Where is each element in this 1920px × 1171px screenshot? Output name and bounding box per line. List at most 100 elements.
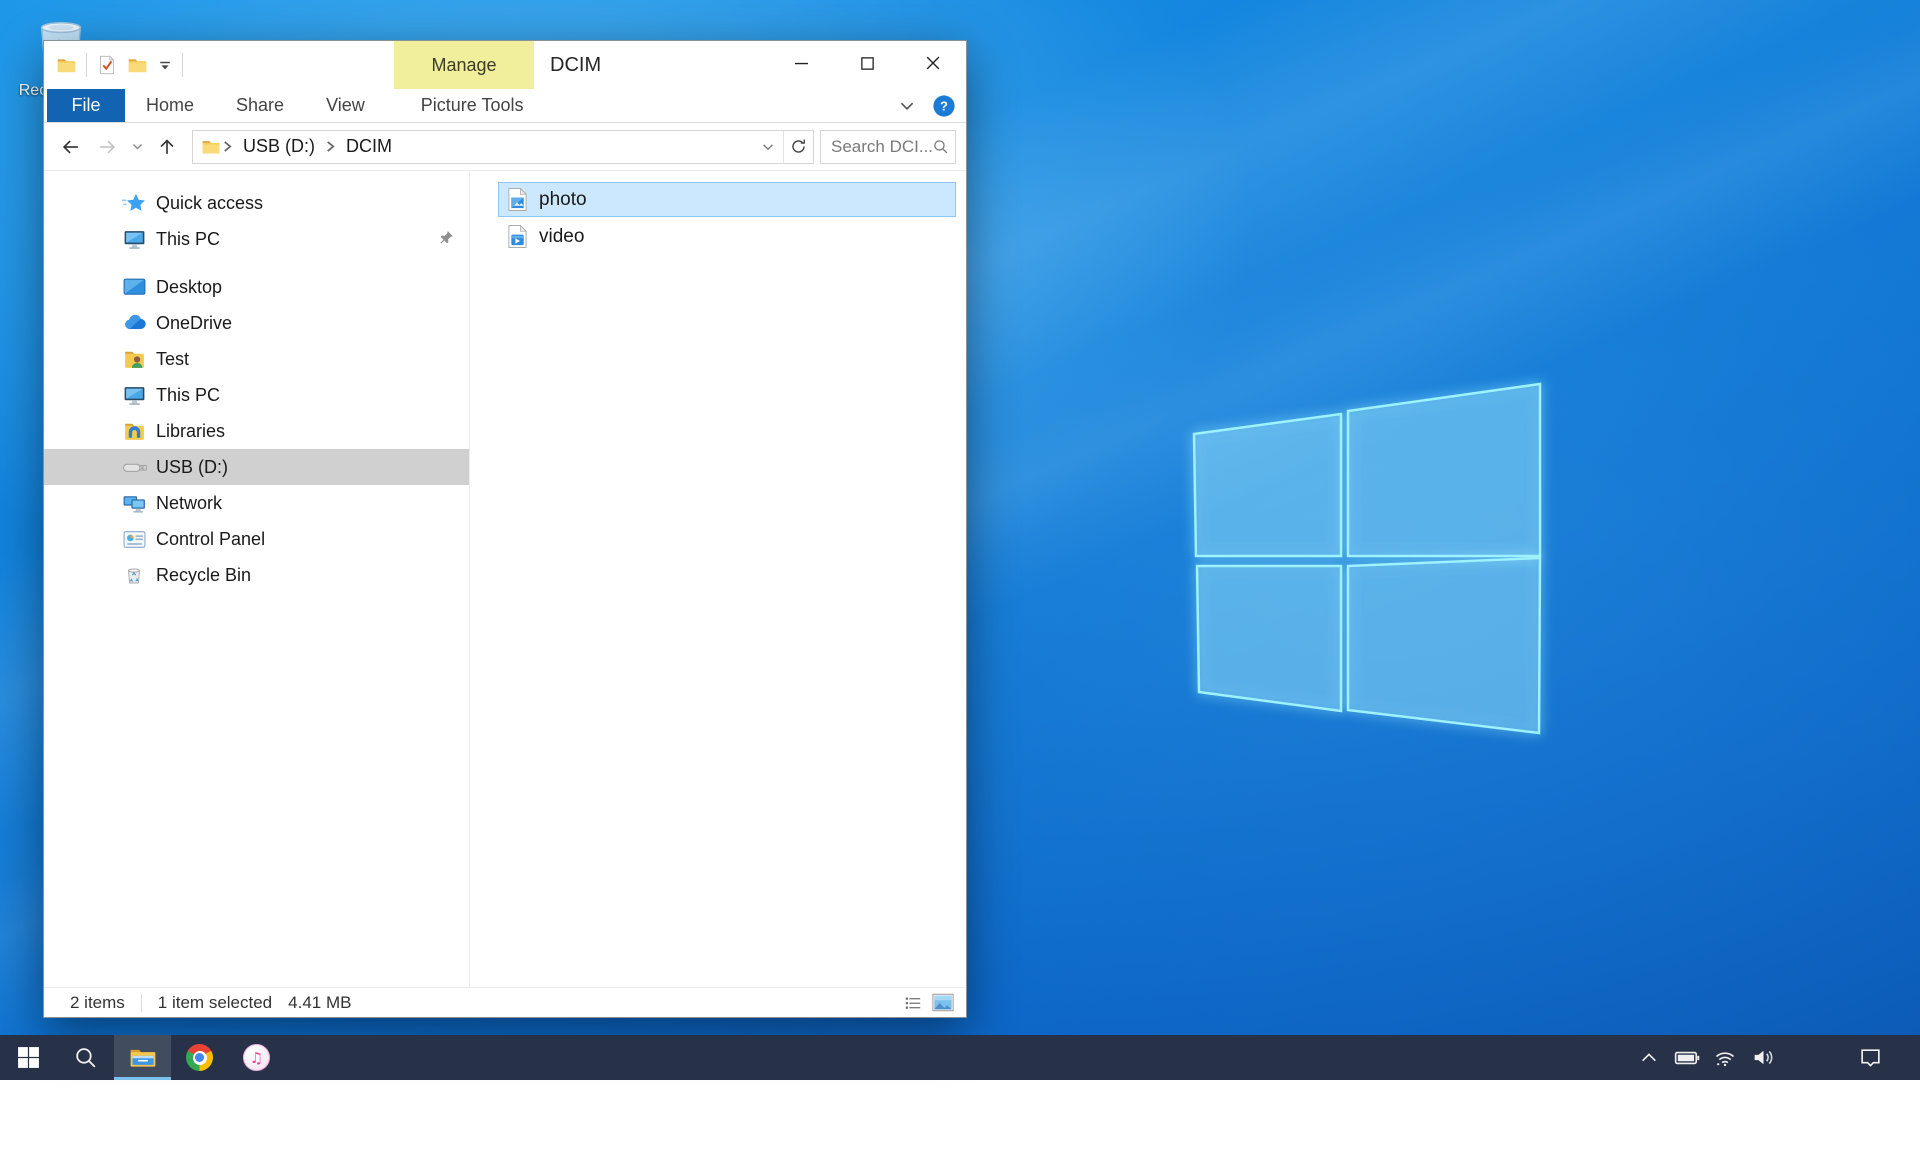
sidebar-item-label: This PC	[156, 229, 220, 250]
taskbar-button-start[interactable]	[0, 1035, 57, 1080]
image-file-icon	[507, 187, 539, 212]
titlebar[interactable]: Manage DCIM	[44, 41, 966, 89]
system-tray	[1630, 1035, 1782, 1080]
window-title: DCIM	[550, 41, 601, 89]
address-toolbar: USB (D:) DCIM Search DCI...	[44, 123, 966, 171]
tray-chevron-up-button[interactable]	[1630, 1035, 1668, 1080]
action-center-button[interactable]	[1848, 1035, 1892, 1080]
up-button[interactable]	[150, 130, 184, 164]
breadcrumb-item-usb-d[interactable]: USB (D:)	[234, 136, 324, 157]
pin-icon	[438, 229, 455, 246]
sidebar-item-libraries[interactable]: Libraries	[44, 413, 469, 449]
tray-wifi-button[interactable]	[1706, 1035, 1744, 1080]
sidebar-item-recycle-bin[interactable]: Recycle Bin	[44, 557, 469, 593]
selection-summary: 1 item selected	[158, 993, 272, 1013]
sidebar-item-label: Test	[156, 349, 189, 370]
sidebar-item-network[interactable]: Network	[44, 485, 469, 521]
forward-button[interactable]	[90, 130, 124, 164]
search-icon	[73, 1045, 98, 1070]
sidebar-item-test[interactable]: Test	[44, 341, 469, 377]
chrome-icon	[186, 1044, 213, 1071]
maximize-button[interactable]	[834, 41, 900, 85]
sidebar-item-onedrive[interactable]: OneDrive	[44, 305, 469, 341]
recent-locations-icon[interactable]	[126, 130, 148, 164]
sidebar-item-label: Desktop	[156, 277, 222, 298]
large-icons-view-icon[interactable]	[932, 993, 954, 1012]
window-controls	[768, 41, 966, 85]
status-separator	[141, 994, 142, 1012]
file-list[interactable]: photo video	[470, 171, 966, 987]
file-item-label: photo	[539, 189, 587, 211]
help-icon[interactable]: ?	[932, 94, 956, 118]
sidebar-item-this-pc[interactable]: This PC	[44, 221, 469, 257]
onedrive-cloud-icon	[122, 310, 156, 336]
battery-icon	[1674, 1045, 1700, 1071]
control-panel-icon	[122, 527, 156, 552]
taskbar-button-search[interactable]	[57, 1035, 114, 1080]
sidebar-item-quick-access[interactable]: Quick access	[44, 185, 469, 221]
tab-share[interactable]: Share	[215, 89, 305, 122]
tab-manage[interactable]: Manage	[394, 41, 534, 89]
svg-text:?: ?	[940, 99, 948, 114]
close-button[interactable]	[900, 41, 966, 85]
tab-home[interactable]: Home	[125, 89, 215, 122]
sidebar-item-label: This PC	[156, 385, 220, 406]
tray-battery-button[interactable]	[1668, 1035, 1706, 1080]
selection-size: 4.41 MB	[288, 993, 351, 1013]
search-placeholder: Search DCI...	[831, 137, 932, 157]
toolbar-separator	[86, 53, 87, 77]
back-button[interactable]	[54, 130, 88, 164]
new-folder-icon[interactable]	[127, 55, 148, 76]
status-bar: 2 items 1 item selected 4.41 MB	[44, 987, 966, 1017]
breadcrumb-item-dcim[interactable]: DCIM	[337, 136, 401, 157]
minimize-button[interactable]	[768, 41, 834, 85]
item-count: 2 items	[70, 993, 125, 1013]
ribbon-right-controls: ?	[898, 89, 956, 123]
address-dropdown-icon[interactable]	[753, 131, 783, 163]
desktop-icon	[122, 275, 156, 300]
search-input[interactable]: Search DCI...	[820, 130, 956, 164]
file-item-video[interactable]: video	[498, 219, 956, 254]
sidebar-item-label: Control Panel	[156, 529, 265, 550]
tab-file[interactable]: File	[47, 89, 125, 122]
customize-quick-access-icon[interactable]	[157, 57, 173, 73]
usb-drive-icon	[122, 454, 156, 480]
breadcrumb-chevron-icon[interactable]	[325, 139, 336, 154]
breadcrumb-chevron-icon[interactable]	[222, 139, 233, 154]
current-folder-icon	[201, 137, 221, 157]
this-pc-monitor-icon	[122, 227, 156, 252]
taskbar-button-file-explorer[interactable]	[114, 1035, 171, 1080]
sidebar-item-label: USB (D:)	[156, 457, 228, 478]
refresh-icon[interactable]	[783, 131, 813, 163]
address-bar[interactable]: USB (D:) DCIM	[192, 130, 814, 164]
tab-view[interactable]: View	[305, 89, 386, 122]
sidebar-item-label: OneDrive	[156, 313, 232, 334]
details-view-icon[interactable]	[904, 994, 922, 1012]
sidebar-item-desktop[interactable]: Desktop	[44, 269, 469, 305]
expand-ribbon-icon[interactable]	[898, 97, 916, 115]
tray-volume-button[interactable]	[1744, 1035, 1782, 1080]
window-content: Quick access This PC Desktop OneDrive Test Th…	[44, 171, 966, 987]
sidebar-item-label: Quick access	[156, 193, 263, 214]
folder-icon[interactable]	[56, 55, 77, 76]
sidebar-item-this-pc[interactable]: This PC	[44, 377, 469, 413]
ribbon-tab-strip: FileHomeShareView Picture Tools ?	[44, 89, 966, 123]
taskbar-button-chrome[interactable]	[171, 1035, 228, 1080]
view-switcher	[904, 993, 966, 1012]
user-folder-icon	[122, 347, 156, 372]
taskbar-spacer	[285, 1035, 1630, 1080]
taskbar-button-itunes[interactable]: ♫	[228, 1035, 285, 1080]
sidebar-item-usb-d[interactable]: USB (D:)	[44, 449, 469, 485]
tray-chevron-up-icon	[1639, 1048, 1659, 1068]
toolbar-separator	[182, 53, 183, 77]
start-icon	[16, 1045, 41, 1070]
taskbar: ♫	[0, 1035, 1920, 1080]
file-explorer-icon	[129, 1045, 157, 1071]
file-item-photo[interactable]: photo	[498, 182, 956, 217]
sidebar-item-control-panel[interactable]: Control Panel	[44, 521, 469, 557]
network-icon	[122, 491, 156, 516]
properties-icon[interactable]	[96, 54, 118, 76]
tab-picture-tools[interactable]: Picture Tools	[400, 89, 545, 122]
video-file-icon	[507, 224, 539, 249]
search-icon[interactable]	[932, 138, 949, 155]
